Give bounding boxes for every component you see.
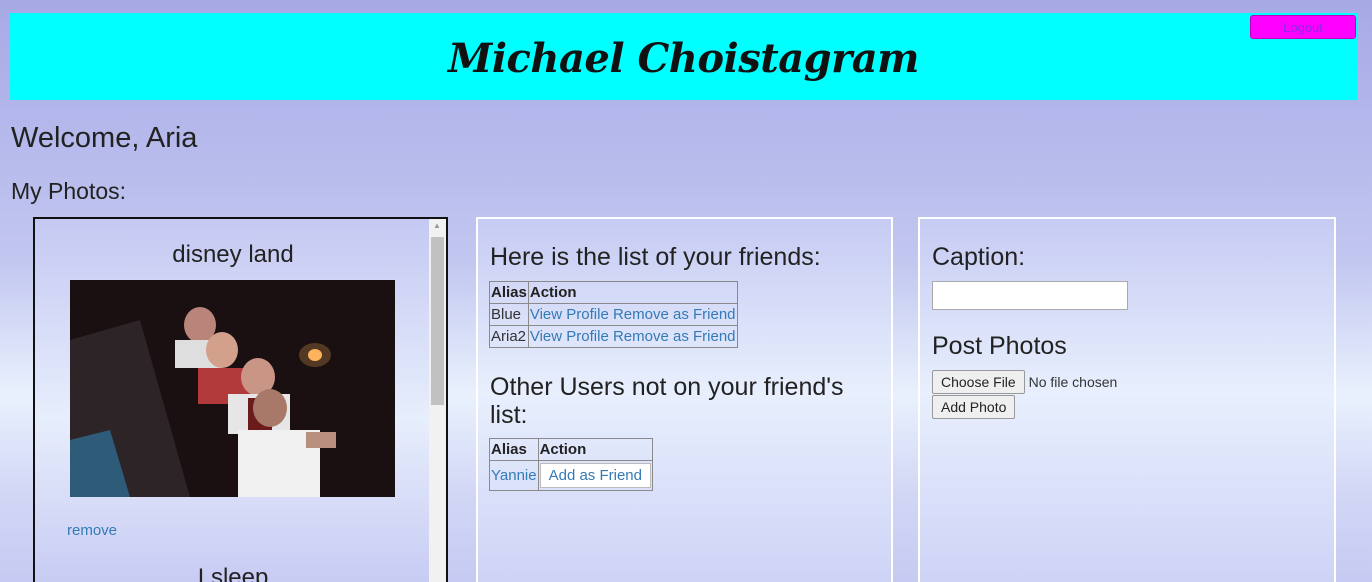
photo-image [70, 280, 395, 497]
view-profile-link[interactable]: View Profile [530, 306, 609, 323]
view-profile-link[interactable]: View Profile [530, 328, 609, 345]
scroll-up-arrow-icon[interactable]: ▲ [433, 221, 441, 230]
friend-alias: Blue [489, 303, 529, 326]
post-photo-panel: Caption: Post Photos Choose File No file… [918, 217, 1336, 582]
caption-input[interactable] [932, 281, 1128, 310]
file-picker: Choose File No file chosen [932, 370, 1117, 394]
photo-caption: disney land [172, 241, 294, 268]
photos-panel[interactable]: disney land remove I sleep ▲ [33, 217, 448, 582]
friends-heading: Here is the list of your friends: [490, 243, 821, 271]
user-actions: Add as Friend [537, 460, 653, 491]
photo-image-graphic [70, 280, 395, 497]
welcome-heading: Welcome, Aria [11, 122, 198, 154]
friends-table: Alias Action Blue View Profile Remove as… [489, 281, 738, 348]
choose-file-button[interactable]: Choose File [932, 370, 1025, 394]
column-header-alias: Alias [489, 281, 529, 304]
table-row: Aria2 View Profile Remove as Friend [489, 325, 738, 348]
logout-button[interactable]: Logout [1250, 15, 1356, 39]
column-header-action: Action [527, 281, 738, 304]
friend-alias: Aria2 [489, 325, 529, 348]
user-alias-link[interactable]: Yannie [491, 467, 537, 484]
table-row: Yannie Add as Friend [489, 460, 653, 491]
no-file-text: No file chosen [1028, 374, 1118, 390]
remove-photo-link[interactable]: remove [67, 522, 117, 539]
add-photo-button[interactable]: Add Photo [932, 395, 1016, 419]
remove-friend-link[interactable]: Remove as Friend [613, 306, 736, 323]
my-photos-heading: My Photos: [11, 178, 127, 204]
photo-caption: I sleep [197, 564, 269, 582]
friend-actions: View Profile Remove as Friend [527, 303, 738, 326]
add-friend-button[interactable]: Add as Friend [539, 463, 651, 488]
friend-actions: View Profile Remove as Friend [527, 325, 738, 348]
column-header-action: Action [537, 438, 653, 461]
other-users-table: Alias Action Yannie Add as Friend [489, 438, 653, 491]
post-photos-heading: Post Photos [932, 332, 1067, 360]
site-title: Michael Choistagram [448, 35, 919, 82]
friends-panel: Here is the list of your friends: Alias … [476, 217, 893, 582]
table-row: Blue View Profile Remove as Friend [489, 303, 738, 326]
column-header-alias: Alias [489, 438, 539, 461]
user-alias-cell[interactable]: Yannie [489, 460, 539, 491]
photos-scrollbar[interactable]: ▲ [429, 219, 446, 582]
other-users-heading: Other Users not on your friend's list: [490, 373, 844, 429]
remove-friend-link[interactable]: Remove as Friend [613, 328, 736, 345]
scroll-thumb[interactable] [431, 237, 444, 405]
site-header: Michael Choistagram [10, 13, 1357, 100]
caption-label: Caption: [932, 243, 1026, 271]
